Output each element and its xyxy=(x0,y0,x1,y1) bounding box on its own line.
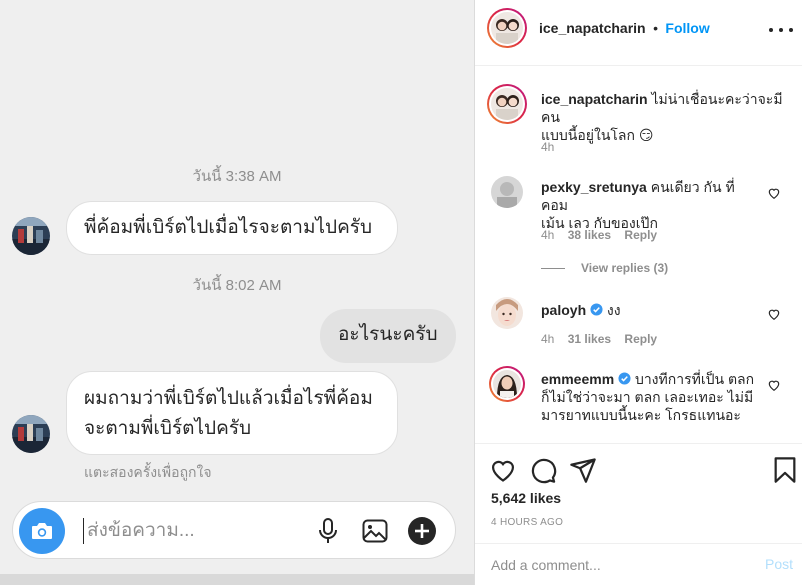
message-text: พี่ค้อมพี่เบิร์ตไปเมื่อไรจะตามไปครับ xyxy=(84,217,373,238)
image-icon xyxy=(362,519,388,543)
commenter-avatar[interactable] xyxy=(491,176,523,208)
commenter-username[interactable]: emmeemm xyxy=(541,371,614,387)
heart-icon[interactable] xyxy=(767,378,781,392)
add-comment-input[interactable] xyxy=(491,555,741,575)
comment-time[interactable]: 4h xyxy=(541,332,554,346)
received-message-bubble[interactable]: ผมถามว่าพี่เบิร์ตไปแล้วเมื่อไรพี่ค้อม จะ… xyxy=(66,371,398,455)
post-comment-button[interactable]: Post xyxy=(765,556,793,572)
post-actions: 5,642 likes 4 HOURS AGO xyxy=(475,443,802,543)
send-image-button[interactable] xyxy=(358,514,392,548)
camera-button[interactable] xyxy=(19,508,65,554)
caption-text: แบบนี้อยู่ในโลก 😏 xyxy=(541,127,654,143)
direct-message-panel: วันนี้ 3:38 AM พี่ค้อมพี่เบิร์ตไปเมื่อไร… xyxy=(0,0,474,585)
message-text: อะไรนะครับ xyxy=(338,324,438,345)
author-username[interactable]: ice_napatcharin xyxy=(539,20,646,36)
verified-icon xyxy=(590,303,603,316)
microphone-icon xyxy=(319,518,337,543)
comment-likes[interactable]: 38 likes xyxy=(568,228,611,242)
message-text-line: จะตามพี่เบิร์ตไปครับ xyxy=(84,418,252,439)
view-replies-label: View replies (3) xyxy=(581,261,669,275)
view-replies-button[interactable]: View replies (3) xyxy=(541,261,668,275)
comment-icon[interactable] xyxy=(529,456,557,484)
sender-avatar[interactable] xyxy=(12,415,50,453)
post-detail-panel: ice_napatcharin • Follow ice_napatcharin… xyxy=(474,0,802,585)
verified-icon xyxy=(618,372,631,385)
bottom-divider xyxy=(0,574,474,585)
caption-username[interactable]: ice_napatcharin xyxy=(541,91,648,107)
bookmark-icon[interactable] xyxy=(771,456,799,484)
author-avatar[interactable] xyxy=(487,8,527,48)
more-options-button[interactable] xyxy=(769,20,793,40)
comment-time[interactable]: 4h xyxy=(541,228,554,242)
message-composer xyxy=(12,501,456,559)
text-caret xyxy=(83,518,84,544)
post-timestamp[interactable]: 4 HOURS AGO xyxy=(491,517,563,528)
commenter-avatar[interactable] xyxy=(489,366,525,402)
post-header: ice_napatcharin • Follow xyxy=(475,0,802,66)
caption-time[interactable]: 4h xyxy=(541,140,554,154)
voice-message-button[interactable] xyxy=(311,514,345,548)
separator-dot: • xyxy=(653,20,658,36)
sender-avatar[interactable] xyxy=(12,217,50,255)
reply-button[interactable]: Reply xyxy=(624,332,657,346)
comment-text: งง xyxy=(606,302,621,318)
replies-line xyxy=(541,267,565,269)
heart-icon[interactable] xyxy=(489,456,517,484)
heart-icon[interactable] xyxy=(767,186,781,200)
heart-icon[interactable] xyxy=(767,307,781,321)
message-timestamp: วันนี้ 8:02 AM xyxy=(192,277,282,294)
comment-text: ก็ไม่ใช่ว่าจะมา ตลก เลอะเทอะ ไม่มี xyxy=(541,389,754,405)
camera-icon xyxy=(32,523,52,539)
comment-text: บางทีการที่เป็น ตลก xyxy=(634,371,755,387)
more-icon xyxy=(769,28,773,32)
follow-button[interactable]: Follow xyxy=(665,20,709,36)
sent-message-bubble[interactable]: อะไรนะครับ xyxy=(320,309,456,363)
reply-button[interactable]: Reply xyxy=(624,228,657,242)
comment-likes[interactable]: 31 likes xyxy=(568,332,611,346)
comment-text: มารยาทแบบนี้นะคะ โกรธแทนอะ xyxy=(541,407,741,423)
add-comment-bar: Post xyxy=(475,543,802,585)
likes-count[interactable]: 5,642 likes xyxy=(491,490,561,506)
double-tap-hint: แตะสองครั้งเพื่อถูกใจ xyxy=(84,464,212,480)
received-message-bubble[interactable]: พี่ค้อมพี่เบิร์ตไปเมื่อไรจะตามไปครับ xyxy=(66,201,398,255)
message-timestamp: วันนี้ 3:38 AM xyxy=(192,168,282,185)
plus-icon xyxy=(408,517,436,545)
commenter-username[interactable]: paloyh xyxy=(541,302,586,318)
share-icon[interactable] xyxy=(569,456,597,484)
commenter-avatar[interactable] xyxy=(491,297,523,329)
more-options-button[interactable] xyxy=(405,514,439,548)
message-text-line: ผมถามว่าพี่เบิร์ตไปแล้วเมื่อไรพี่ค้อม xyxy=(84,388,373,409)
message-input[interactable] xyxy=(87,515,307,547)
author-avatar[interactable] xyxy=(487,84,527,124)
commenter-username[interactable]: pexky_sretunya xyxy=(541,179,647,195)
